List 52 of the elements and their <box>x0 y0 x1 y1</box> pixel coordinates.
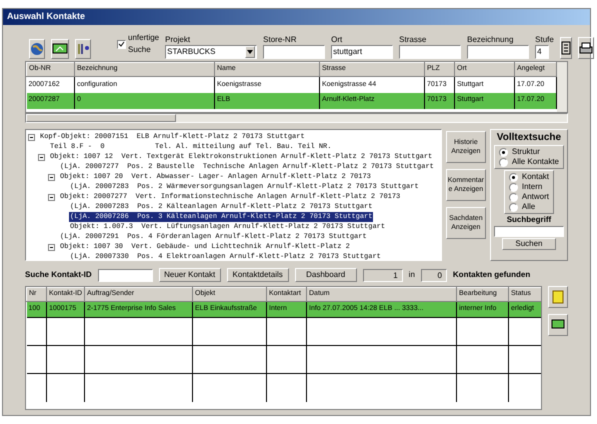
checkbox[interactable] <box>117 40 126 48</box>
field-label: Strasse <box>399 35 428 45</box>
input-field[interactable]: stuttgart <box>331 45 394 59</box>
in-label: in <box>408 269 415 281</box>
screen-icon[interactable] <box>548 314 568 336</box>
toolbar-button[interactable]: Neuer Kontakt <box>158 268 221 282</box>
field-label: Projekt <box>165 35 192 45</box>
printer-icon[interactable] <box>578 37 594 59</box>
dropdown-icon[interactable] <box>245 46 256 58</box>
field-label: Stufe <box>535 35 554 45</box>
field-label: Store-NR <box>263 35 298 45</box>
checkbox-label: unfertige Suche <box>128 32 160 56</box>
collapse-icon[interactable] <box>38 154 45 160</box>
found-label: Kontakten gefunden <box>452 269 530 281</box>
radio-label: Alle Kontakte <box>512 157 559 167</box>
collapse-icon[interactable] <box>48 174 55 180</box>
document-icon[interactable] <box>560 37 572 59</box>
radio-label: Alle <box>522 202 536 212</box>
note-icon[interactable] <box>548 286 568 308</box>
radio-button[interactable] <box>498 158 508 166</box>
panel-title: Volltextsuche <box>496 131 562 144</box>
radio-label: Kontakt <box>522 172 549 182</box>
radio-button[interactable] <box>508 192 518 202</box>
globe-icon[interactable] <box>29 39 45 59</box>
collapse-icon[interactable] <box>48 194 55 200</box>
field-label: Ort <box>331 35 344 45</box>
radio-button[interactable] <box>508 202 518 212</box>
toolbar-button[interactable]: Dashboard <box>294 268 357 282</box>
input-field[interactable]: STARBUCKS <box>165 45 258 59</box>
position-field: 1 <box>362 268 403 282</box>
input-field[interactable] <box>263 45 326 59</box>
radio-label: Struktur <box>512 147 540 157</box>
field-label: Bezeichnung <box>467 35 514 45</box>
radio-label: Intern <box>522 182 542 192</box>
count-field: 0 <box>420 268 447 282</box>
radio-button[interactable] <box>508 182 518 192</box>
collapse-icon[interactable] <box>28 134 35 140</box>
input-field[interactable] <box>399 45 462 59</box>
field-label: Suchbegriff <box>506 215 552 225</box>
radio-label: Antwort <box>522 192 549 202</box>
input-field[interactable] <box>467 45 530 59</box>
screen-icon[interactable] <box>51 39 69 59</box>
search-button[interactable]: Suchen <box>502 238 556 250</box>
collapse-icon[interactable] <box>48 244 55 250</box>
radio-button[interactable] <box>508 172 518 182</box>
input-field[interactable] <box>494 226 564 237</box>
toolbar-button[interactable]: Kontaktdetails <box>226 268 289 282</box>
window-title: Auswahl Kontakte <box>7 10 86 24</box>
field-label: Suche Kontakt-ID <box>25 269 92 281</box>
radio-button[interactable] <box>498 148 508 156</box>
input-field[interactable] <box>98 268 153 282</box>
input-field[interactable]: 4 <box>535 45 550 59</box>
